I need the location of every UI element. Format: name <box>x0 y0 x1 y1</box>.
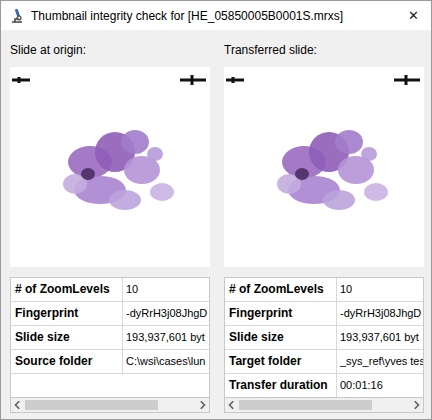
property-label: # of ZoomLevels <box>11 278 123 301</box>
property-value: 193,937,601 byt <box>123 326 209 349</box>
property-label: Slide size <box>225 326 337 349</box>
property-label: Target folder <box>225 350 337 373</box>
slide-panel: Slide at origin: # of ZoomLevels 10Finge… <box>10 30 210 413</box>
property-row: Fingerprint -dyRrH3j08JhgD <box>225 302 423 326</box>
property-value: -dyRrH3j08JhgD <box>337 302 423 325</box>
property-value: -dyRrH3j08JhgD <box>123 302 209 325</box>
scroll-thumb[interactable] <box>239 400 372 410</box>
scroll-left-icon[interactable] <box>11 400 25 410</box>
property-value: 10 <box>337 278 423 301</box>
title-bar: Thumbnail integrity check for [HE_058500… <box>1 1 431 30</box>
property-row: Fingerprint -dyRrH3j08JhgD <box>11 302 209 326</box>
panel-caption: Slide at origin: <box>10 30 210 62</box>
microscope-icon <box>9 8 25 24</box>
property-row: Slide size 193,937,601 byt <box>11 326 209 350</box>
property-row: Target folder _sys_ref\yves tes <box>225 350 423 374</box>
scroll-right-icon[interactable] <box>195 400 209 410</box>
property-row: # of ZoomLevels 10 <box>225 278 423 302</box>
property-row: Slide size 193,937,601 byt <box>225 326 423 350</box>
property-label: Slide size <box>11 326 123 349</box>
property-row: # of ZoomLevels 10 <box>11 278 209 302</box>
horizontal-scrollbar[interactable] <box>10 397 210 413</box>
property-value: 10 <box>123 278 209 301</box>
properties-table: # of ZoomLevels 10Fingerprint -dyRrH3j08… <box>10 277 210 397</box>
property-value: _sys_ref\yves tes <box>337 350 423 373</box>
panel-caption: Transferred slide: <box>224 30 424 62</box>
property-label: Source folder <box>11 350 123 373</box>
property-value: 00:01:16 <box>337 374 423 397</box>
scroll-right-icon[interactable] <box>409 400 423 410</box>
property-label: Fingerprint <box>225 302 337 325</box>
scroll-left-icon[interactable] <box>225 400 239 410</box>
dialog-window: Thumbnail integrity check for [HE_058500… <box>0 0 432 420</box>
properties-table: # of ZoomLevels 10Fingerprint -dyRrH3j08… <box>224 277 424 397</box>
window-title: Thumbnail integrity check for [HE_058500… <box>31 9 398 23</box>
property-label: # of ZoomLevels <box>225 278 337 301</box>
property-value: C:\wsi\cases\lun <box>123 350 209 373</box>
slide-thumbnail <box>10 67 210 267</box>
property-value: 193,937,601 byt <box>337 326 423 349</box>
property-row: Transfer duration 00:01:16 <box>225 374 423 397</box>
property-label: Transfer duration <box>225 374 337 397</box>
horizontal-scrollbar[interactable] <box>224 397 424 413</box>
property-row: Source folder C:\wsi\cases\lun <box>11 350 209 374</box>
property-label: Fingerprint <box>11 302 123 325</box>
slide-thumbnail <box>224 67 424 267</box>
slide-panel: Transferred slide: # of ZoomLevels 10Fin… <box>224 30 424 413</box>
scroll-thumb[interactable] <box>25 400 158 410</box>
close-button[interactable]: ✕ <box>404 8 423 23</box>
